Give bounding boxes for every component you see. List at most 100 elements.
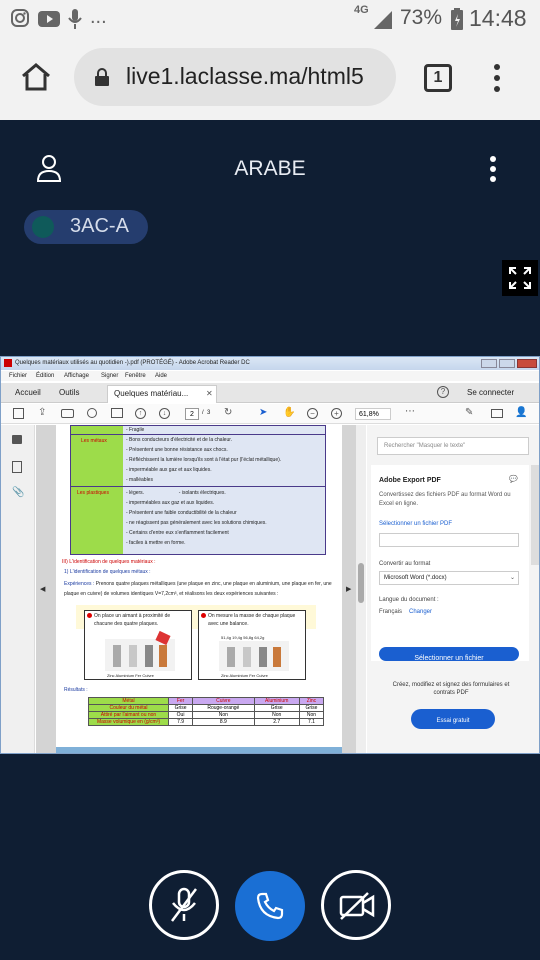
menu-item-edit[interactable]: Édition <box>36 373 54 379</box>
pdf-page: - Fragile Les métaux - Bons conducteurs … <box>56 425 342 753</box>
metals-line: - Présentent une bonne résistance aux ch… <box>126 447 228 453</box>
menu-icon[interactable] <box>494 64 500 97</box>
free-trial-label: Essai gratuit <box>436 718 470 724</box>
page-right-arrow[interactable]: ▶ <box>346 585 351 593</box>
hang-up-button[interactable] <box>235 871 305 941</box>
lock-icon <box>94 67 110 92</box>
box1-text: On place un aimant à proximité de chacun… <box>94 613 171 627</box>
prev-page-icon[interactable]: ↑ <box>135 408 146 419</box>
table-cell: Grise <box>167 704 194 712</box>
change-language-link[interactable]: Changer <box>409 609 432 615</box>
convert-label: Convertir au format <box>379 561 431 567</box>
acrobat-toolbar: ⇪ ↑ ↓ 2 / 3 ↻ ➤ ✋ − + 61,8% ⋯ ✎ 👤 <box>1 404 539 424</box>
bullet-icon <box>201 613 206 618</box>
box1-caption: Zinc Aluminium Fer Cuivre <box>107 673 154 678</box>
email-icon[interactable] <box>491 409 503 418</box>
select-file-button[interactable]: Sélectionner un fichier <box>379 647 519 662</box>
masses-text: 51,4g 19,4g 56,8g 64,2g <box>221 635 265 640</box>
help-icon[interactable]: ? <box>437 386 449 398</box>
menu-item-window[interactable]: Fenêtre <box>125 373 146 379</box>
promo-text: Créez, modifiez et signez des formulaire… <box>392 682 510 696</box>
results-label: Résultats : <box>64 687 88 693</box>
snapshot-icon[interactable] <box>111 408 123 418</box>
scrollbar-thumb[interactable] <box>358 563 364 603</box>
select-cursor-icon[interactable]: ➤ <box>259 407 267 418</box>
more-tools-icon[interactable]: ⋯ <box>405 406 415 417</box>
more-options-icon[interactable] <box>490 156 496 187</box>
right-pane: Rechercher "Masquer le texte" Adobe Expo… <box>367 425 539 753</box>
sign-in-link[interactable]: Se connecter <box>467 388 514 397</box>
section-title: III) L'identification de quelques matéri… <box>62 559 156 565</box>
mute-microphone-button[interactable] <box>149 870 219 940</box>
plastics-line: - Certains d'entre eux s'enflamment faci… <box>126 530 229 536</box>
zoom-search-icon[interactable] <box>87 408 97 418</box>
plates-illustration <box>105 630 175 671</box>
tab-home[interactable]: Accueil <box>15 388 41 397</box>
row-label: Masse volumique en (g/cm³) <box>88 718 169 726</box>
plastics-line: - Présentent une faible conductibilité d… <box>126 510 237 516</box>
tab-tools[interactable]: Outils <box>59 388 79 397</box>
metals-line: - malléables <box>126 477 153 483</box>
zoom-in-icon[interactable]: + <box>331 408 342 419</box>
window-title: Quelques matériaux utilisés au quotidien… <box>15 360 250 366</box>
page-number-input[interactable]: 2 <box>185 408 199 420</box>
aluminium-plate <box>243 647 251 667</box>
chat-icon[interactable]: 💬 <box>509 475 518 483</box>
table-cell: 8.9 <box>192 718 255 726</box>
clock: 14:48 <box>469 5 527 31</box>
lock-icon[interactable] <box>12 435 22 444</box>
search-placeholder: Rechercher "Masquer le texte" <box>384 443 466 449</box>
menu-item-view[interactable]: Affichage <box>64 373 89 379</box>
zoom-out-icon[interactable]: − <box>307 408 318 419</box>
browser-toolbar: live1.laclasse.ma/html5 1 <box>0 38 540 120</box>
table-cell: 7.9 <box>167 718 194 726</box>
rotate-icon[interactable]: ↻ <box>224 407 232 418</box>
menu-item-file[interactable]: Fichier <box>9 373 27 379</box>
tools-search-input[interactable]: Rechercher "Masquer le texte" <box>377 437 529 455</box>
select-pdf-link[interactable]: Sélectionner un fichier PDF <box>379 521 452 527</box>
document-viewport[interactable]: ◀ ▶ - Fragile Les métaux - Bons conducte… <box>36 425 356 753</box>
network-type: 4G <box>354 4 369 16</box>
camera-toggle-button[interactable] <box>321 870 391 940</box>
zoom-select[interactable]: 61,8% <box>355 408 391 420</box>
class-badge[interactable]: 3AC-A <box>24 210 148 244</box>
add-user-icon[interactable]: 👤 <box>515 407 527 418</box>
free-trial-button[interactable]: Essai gratuit <box>411 709 495 729</box>
iron-plate <box>145 645 153 667</box>
document-scrollbar[interactable] <box>356 425 366 753</box>
plastics-line: - faciles à mettre en forme. <box>126 540 186 546</box>
status-bar: ... 4G 73% 14:48 <box>0 0 540 38</box>
save-icon[interactable] <box>13 408 24 419</box>
plastics-line: - légers. - isolants électriques. <box>126 490 226 496</box>
format-select[interactable]: Microsoft Word (*.docx) ⌄ <box>379 571 519 585</box>
close-tab-icon[interactable]: ✕ <box>206 389 213 398</box>
tab-switcher-button[interactable]: 1 <box>424 64 452 92</box>
url-text: live1.laclasse.ma/html5 <box>126 63 364 89</box>
next-page-icon[interactable]: ↓ <box>159 408 170 419</box>
right-pane-scrollbar[interactable] <box>531 465 539 565</box>
room-title: ARABE <box>234 157 306 180</box>
balance-illustration <box>219 641 289 671</box>
selected-file-field[interactable] <box>379 533 519 547</box>
attachment-icon[interactable]: 📎 <box>12 487 24 498</box>
address-bar[interactable]: live1.laclasse.ma/html5 <box>74 48 396 106</box>
left-rail: 📎 <box>1 425 35 753</box>
table-header-row: Métal Fer Cuivre Aluminium Zinc <box>88 697 325 705</box>
fullscreen-icon[interactable] <box>502 260 538 296</box>
hand-icon[interactable]: ✋ <box>283 407 295 418</box>
pages-icon[interactable] <box>12 461 22 473</box>
format-value: Microsoft Word (*.docx) <box>384 575 447 581</box>
upload-icon[interactable]: ⇪ <box>38 407 46 418</box>
chevron-down-icon: ⌄ <box>510 575 516 581</box>
menu-item-help[interactable]: Aide <box>155 373 167 379</box>
tab-document[interactable]: Quelques matériau... ✕ <box>107 385 217 403</box>
menu-item-sign[interactable]: Signer <box>101 373 118 379</box>
maximize-button[interactable] <box>499 359 515 368</box>
fragile-text: - Fragile <box>126 427 145 433</box>
sign-icon[interactable]: ✎ <box>465 407 473 418</box>
print-icon[interactable] <box>61 409 74 418</box>
close-button[interactable] <box>517 359 537 368</box>
home-icon[interactable] <box>20 62 52 97</box>
minimize-button[interactable] <box>481 359 497 368</box>
page-left-arrow[interactable]: ◀ <box>40 585 45 593</box>
